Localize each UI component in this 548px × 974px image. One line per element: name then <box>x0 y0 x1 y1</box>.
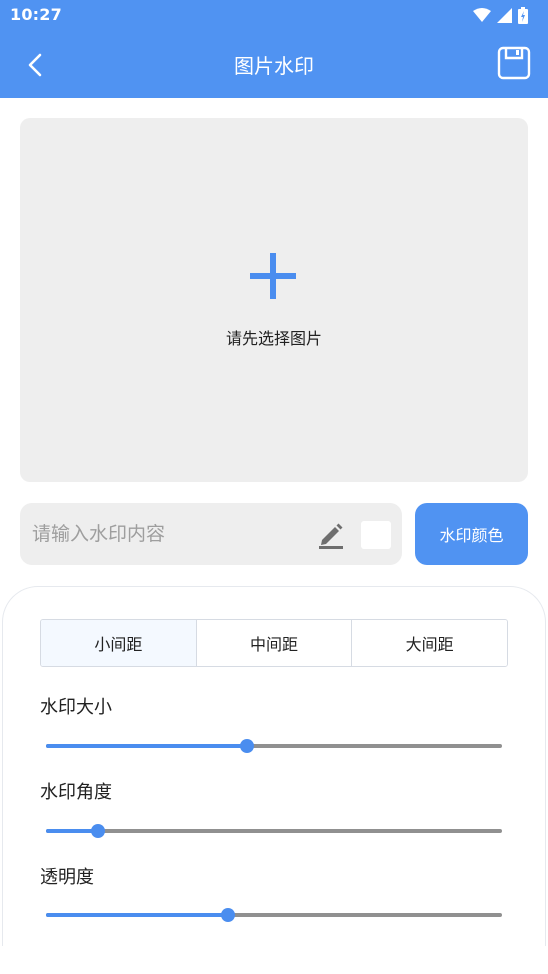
opacity-slider[interactable] <box>46 907 502 923</box>
page-title: 图片水印 <box>234 54 314 78</box>
angle-slider[interactable] <box>46 823 502 839</box>
slider-thumb[interactable] <box>221 908 236 922</box>
slider-track <box>46 829 502 833</box>
edit-icon[interactable] <box>316 520 346 550</box>
size-label: 水印大小 <box>40 697 112 718</box>
slider-thumb[interactable] <box>91 824 106 838</box>
slider-fill <box>46 744 247 748</box>
status-bar: 10:27 <box>0 0 548 30</box>
spacing-option-large[interactable]: 大间距 <box>352 620 507 666</box>
watermark-color-swatch[interactable] <box>361 521 391 549</box>
app-bar: 图片水印 <box>0 30 548 98</box>
spacing-option-medium[interactable]: 中间距 <box>196 620 353 666</box>
slider-fill <box>46 913 229 917</box>
signal-icon <box>497 7 512 23</box>
size-slider[interactable] <box>46 738 502 754</box>
slider-thumb[interactable] <box>239 739 254 753</box>
spacing-selector: 小间距 中间距 大间距 <box>40 619 508 667</box>
battery-icon <box>518 6 528 24</box>
wifi-icon <box>473 8 491 22</box>
picker-hint: 请先选择图片 <box>225 329 322 348</box>
spacing-option-small[interactable]: 小间距 <box>41 620 197 666</box>
plus-icon <box>250 253 296 299</box>
opacity-label: 透明度 <box>40 867 94 888</box>
watermark-input-box <box>20 503 402 565</box>
status-icons <box>473 6 528 24</box>
status-time: 10:27 <box>10 5 62 24</box>
angle-label: 水印角度 <box>40 782 112 803</box>
watermark-text-input[interactable] <box>32 517 312 551</box>
save-icon <box>497 46 531 80</box>
image-picker[interactable]: 请先选择图片 <box>20 118 528 482</box>
watermark-color-button[interactable]: 水印颜色 <box>415 503 528 565</box>
save-button[interactable] <box>496 44 532 82</box>
